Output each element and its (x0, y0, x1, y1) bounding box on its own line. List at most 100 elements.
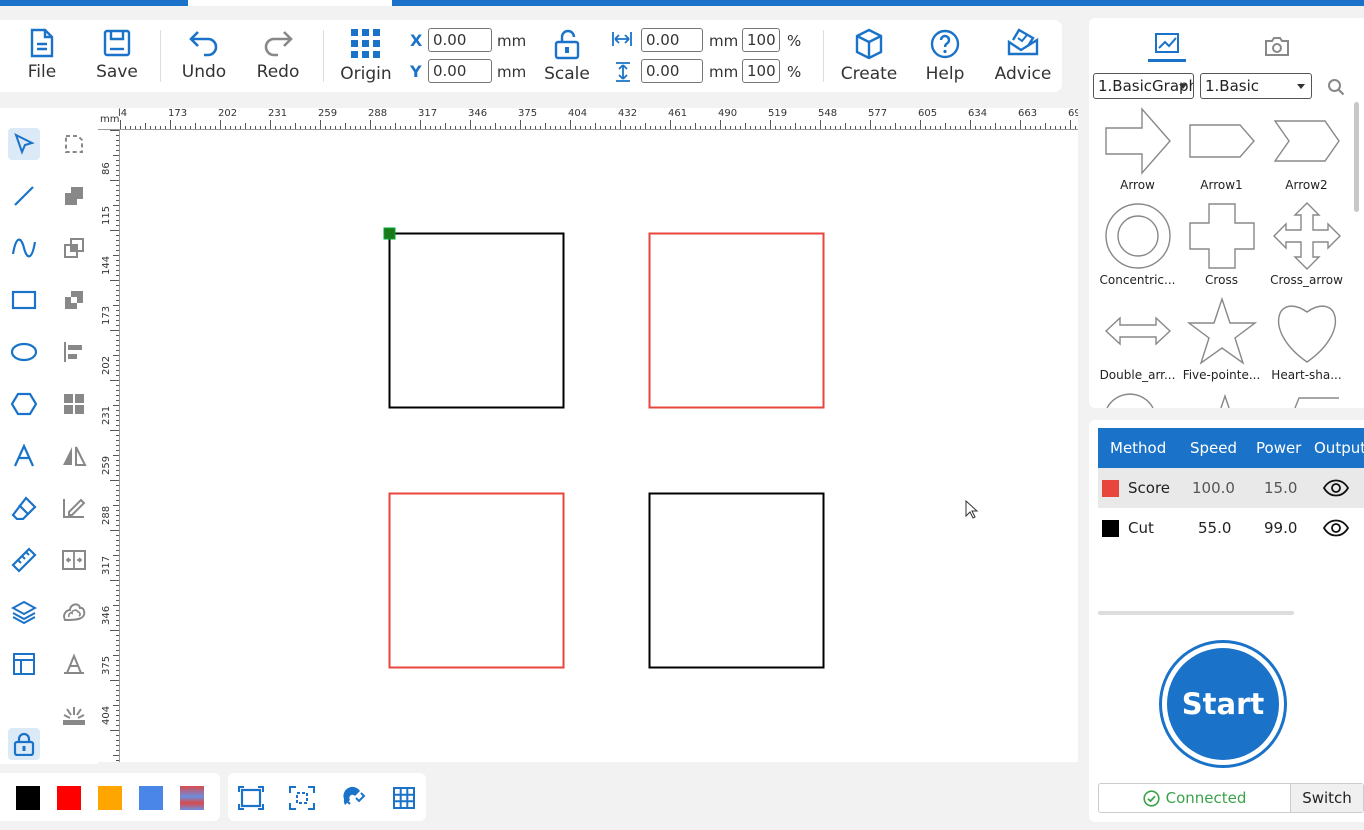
measure-tool[interactable] (8, 544, 40, 576)
shape-concentric[interactable]: Concentric... (1095, 201, 1180, 296)
ruler-tick-label: 231 (101, 405, 112, 425)
array-tool[interactable] (58, 388, 90, 420)
category-select[interactable]: 1.BasicGraphics (1093, 73, 1194, 99)
library-scrollbar[interactable] (1354, 102, 1359, 212)
save-label: Save (96, 62, 138, 82)
node-edit-tool[interactable] (58, 128, 90, 160)
layout-icon (13, 653, 35, 675)
eye-icon[interactable] (1323, 519, 1349, 537)
text-a-icon (13, 444, 35, 467)
shape-double-arrow[interactable]: Double_arr... (1095, 296, 1180, 391)
create-button[interactable]: Create (838, 20, 900, 92)
width-percent-input[interactable] (742, 28, 780, 52)
header-power: Power (1256, 439, 1302, 457)
fit-canvas-button[interactable] (236, 783, 266, 813)
ruler-tick-label: 202 (218, 108, 238, 119)
ellipse-tool[interactable] (8, 336, 40, 368)
selection-handle[interactable] (383, 227, 396, 240)
layer-row-cut[interactable]: Cut 55.0 99.0 (1098, 508, 1364, 548)
undo-button[interactable]: Undo (176, 20, 232, 92)
start-button[interactable]: Start (1159, 640, 1287, 768)
shape-heart[interactable]: Heart-sha... (1264, 296, 1349, 391)
select-tool[interactable] (8, 128, 40, 160)
layout-tool[interactable] (8, 648, 40, 680)
align-tool[interactable] (58, 336, 90, 368)
toolbar-divider (823, 30, 824, 82)
height-percent-input[interactable] (742, 59, 780, 83)
text-tool[interactable] (8, 440, 40, 472)
y-position-input[interactable] (428, 59, 492, 83)
y-unit: mm (497, 63, 527, 81)
black-square-top-left[interactable] (388, 232, 565, 409)
x-position-input[interactable] (428, 28, 492, 52)
origin-button[interactable]: Origin (336, 20, 396, 92)
ruler-tick-label: 605 (918, 108, 938, 119)
path-edit-tool[interactable] (58, 492, 90, 524)
ruler-tick-label: 317 (101, 555, 112, 575)
create-label: Create (840, 64, 898, 84)
shape-five-pointed-star[interactable]: Five-pointe... (1179, 296, 1264, 391)
layer-color-swatch[interactable] (1102, 520, 1119, 537)
shape-arrow2[interactable]: Arrow2 (1264, 106, 1349, 201)
shape-name: Cross (1205, 273, 1238, 287)
red-square-top-right[interactable] (648, 232, 825, 409)
union-tool[interactable] (58, 180, 90, 212)
subtract-tool[interactable] (58, 232, 90, 264)
laser-tool[interactable] (58, 700, 90, 732)
unlock-icon (554, 29, 580, 60)
polygon-tool[interactable] (8, 388, 40, 420)
ruler-tick-label: 173 (101, 305, 112, 325)
search-icon[interactable] (1327, 78, 1345, 96)
undo-label: Undo (181, 62, 227, 82)
offset-tool[interactable] (58, 596, 90, 628)
curve-tool[interactable] (8, 232, 40, 264)
scale-lock-button[interactable]: Scale (540, 20, 594, 92)
save-button[interactable]: Save (92, 20, 142, 92)
tab-graphics[interactable] (1137, 26, 1197, 66)
height-input[interactable] (641, 59, 703, 83)
layers-tool[interactable] (8, 596, 40, 628)
line-tool[interactable] (8, 180, 40, 212)
chart-line-icon (1155, 33, 1179, 53)
eraser-tool[interactable] (8, 492, 40, 524)
mirror-tool[interactable] (58, 440, 90, 472)
file-button[interactable]: File (18, 20, 66, 92)
fit-selection-button[interactable] (287, 783, 317, 813)
rectangle-tool[interactable] (8, 284, 40, 316)
design-canvas[interactable] (120, 130, 1078, 762)
layer-row-score[interactable]: Score 100.0 15.0 (1098, 468, 1364, 508)
line-icon (14, 186, 34, 206)
ruler-tick-label: 115 (101, 205, 112, 225)
color-swatch-blue[interactable] (139, 786, 163, 810)
color-swatch-black[interactable] (16, 786, 40, 810)
switch-device-button[interactable]: Switch (1291, 784, 1363, 812)
shape-cross-arrow[interactable]: Cross_arrow (1264, 201, 1349, 296)
shape-cross[interactable]: Cross (1179, 201, 1264, 296)
layer-color-swatch[interactable] (1102, 480, 1119, 497)
layer-power: 99.0 (1264, 519, 1298, 537)
help-button[interactable]: Help (918, 20, 972, 92)
tab-camera[interactable] (1247, 26, 1307, 66)
shape-arrow[interactable]: Arrow (1095, 106, 1180, 201)
grid-button[interactable] (389, 783, 419, 813)
red-square-bottom-left[interactable] (388, 492, 565, 669)
split-tool[interactable] (58, 544, 90, 576)
width-input[interactable] (641, 28, 703, 52)
weld-tool[interactable] (58, 648, 90, 680)
ruler-tick-label: 490 (718, 108, 738, 119)
advice-button[interactable]: Advice (990, 20, 1056, 92)
shape-arrow1[interactable]: Arrow1 (1179, 106, 1264, 201)
color-swatch-red[interactable] (57, 786, 81, 810)
black-square-bottom-right[interactable] (648, 492, 825, 669)
redo-button[interactable]: Redo (250, 20, 306, 92)
view-toolbar (228, 773, 426, 821)
eye-icon[interactable] (1323, 479, 1349, 497)
intersect-tool[interactable] (58, 284, 90, 316)
subcategory-select[interactable]: 1.Basic (1200, 73, 1312, 99)
ruler-tick-label: 375 (518, 108, 538, 119)
snap-button[interactable] (338, 783, 368, 813)
color-swatch-gradient[interactable] (180, 786, 204, 810)
lock-tool[interactable] (8, 728, 40, 760)
color-swatch-orange[interactable] (98, 786, 122, 810)
layer-method: Score (1128, 479, 1171, 497)
